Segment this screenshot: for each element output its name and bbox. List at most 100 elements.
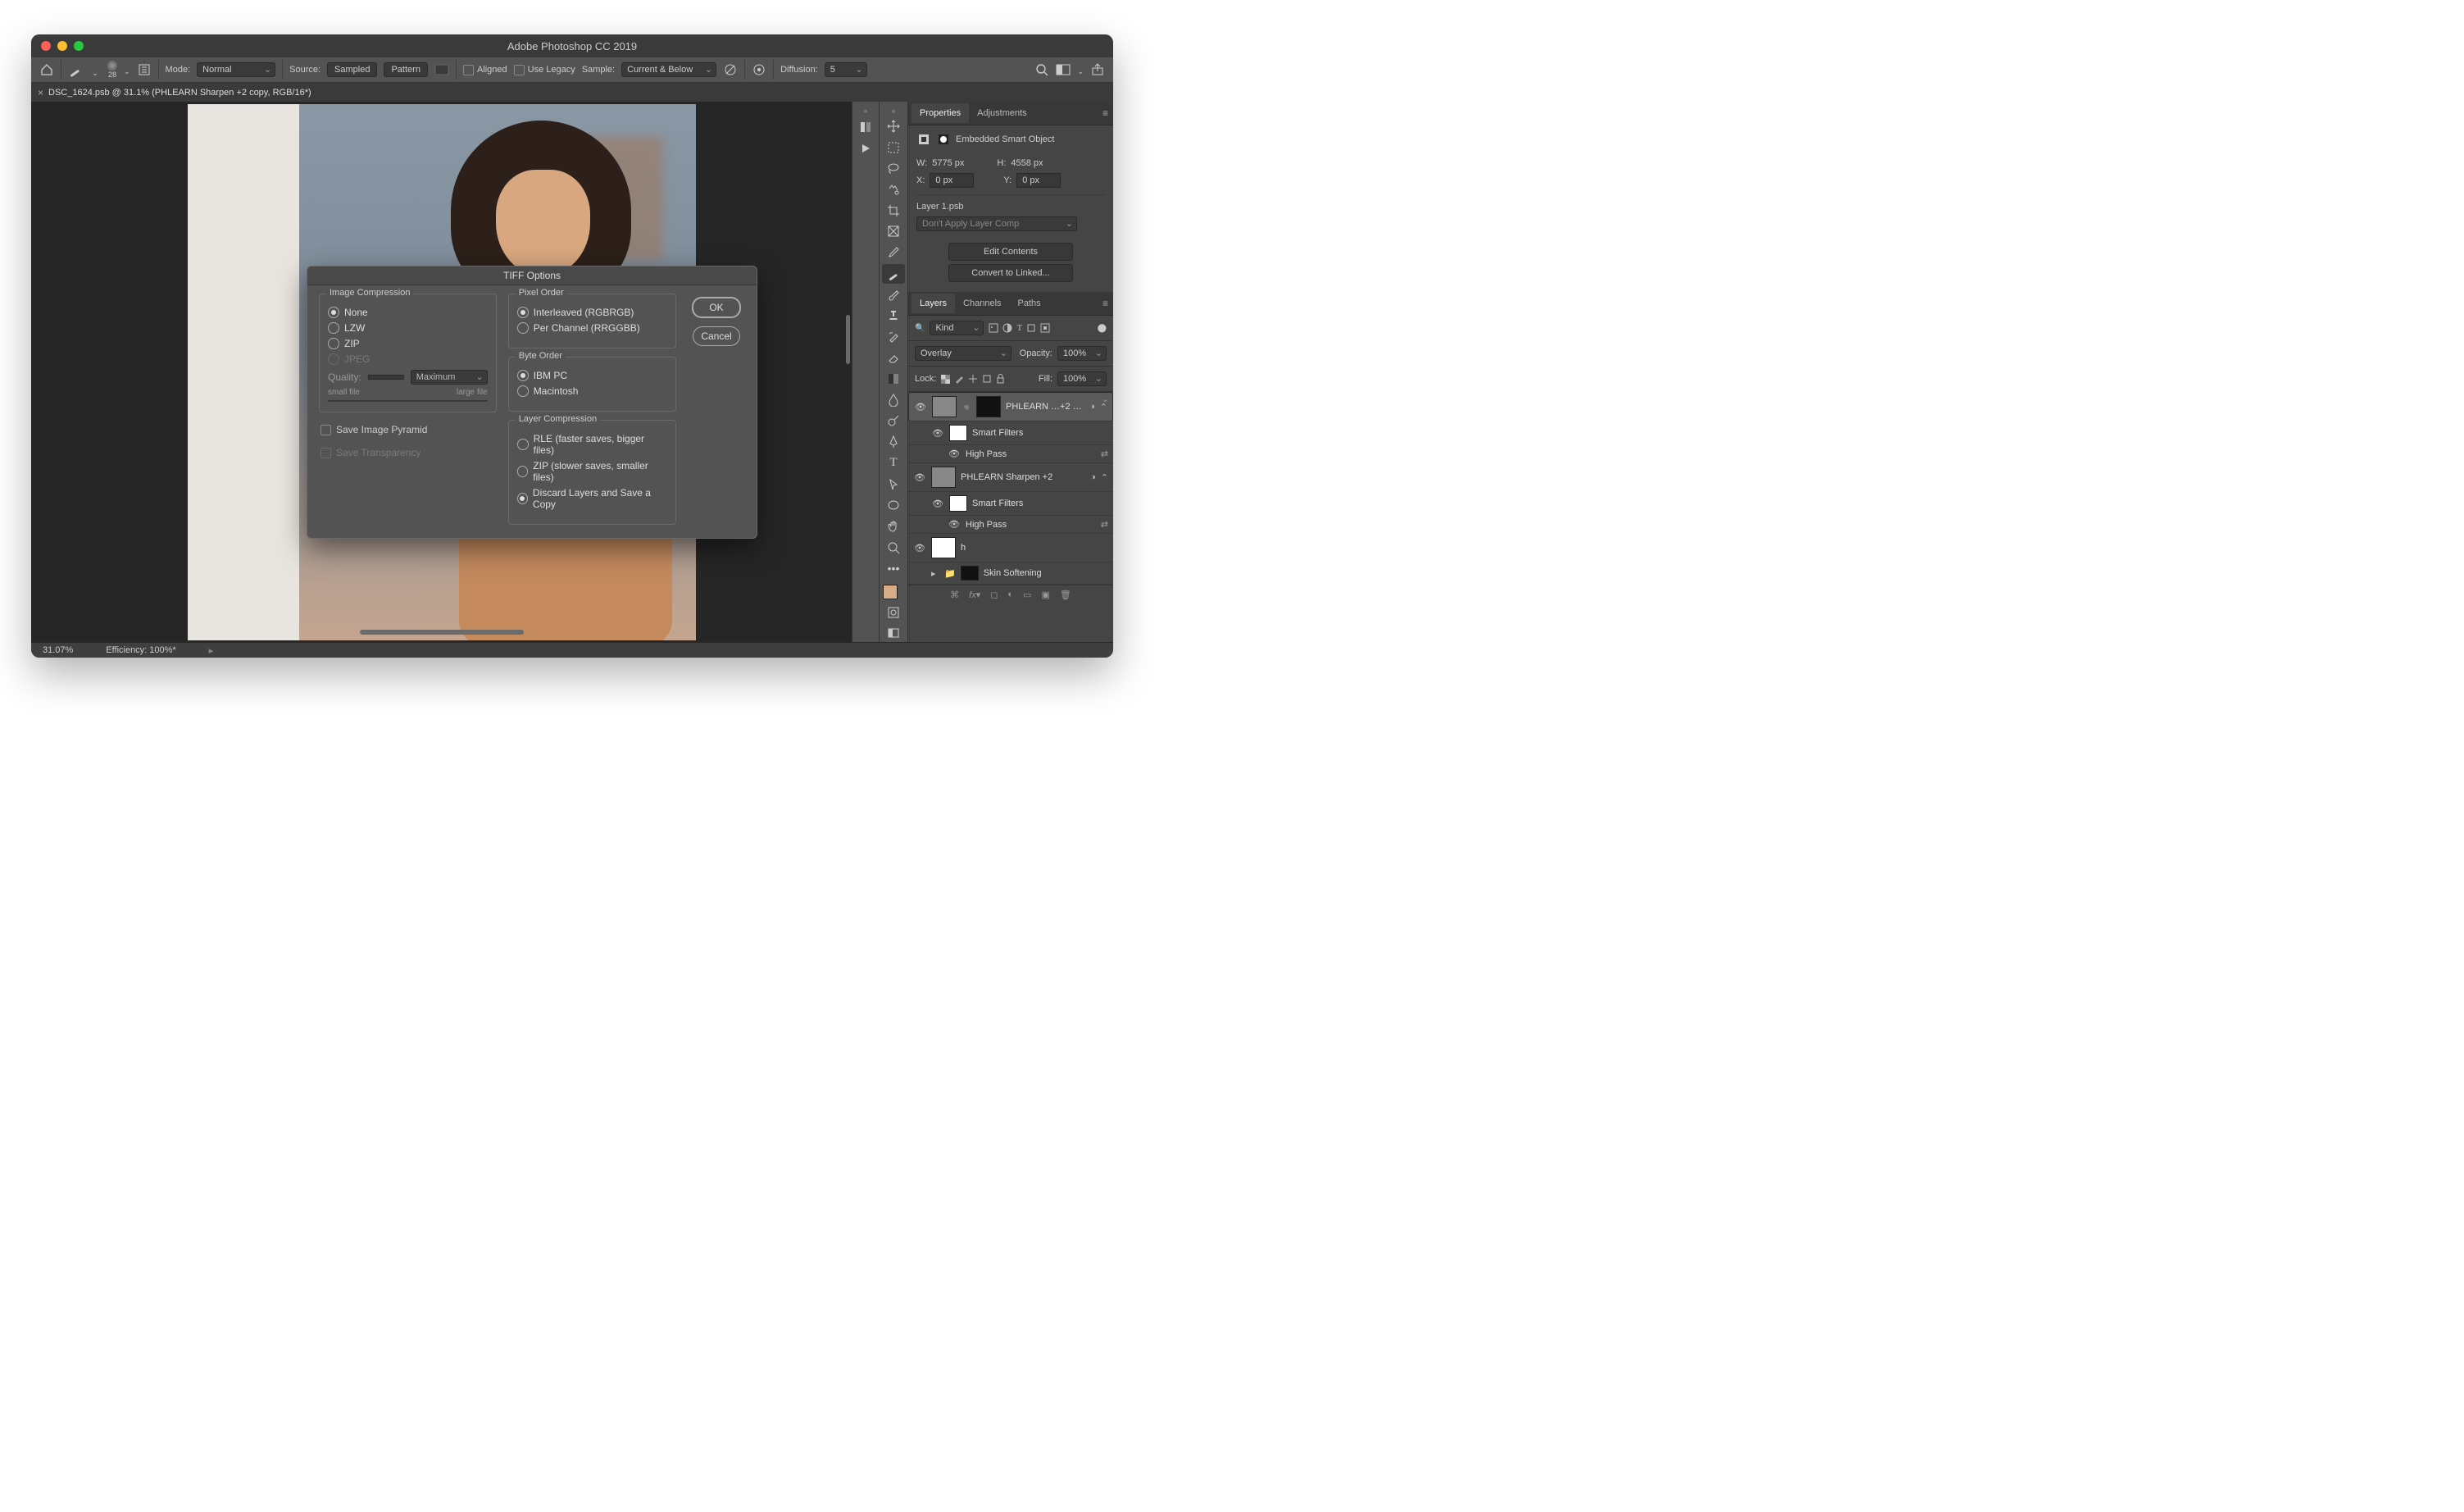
- layers-tab[interactable]: Layers: [911, 294, 955, 313]
- mode-select[interactable]: Normal: [197, 62, 275, 77]
- brush-presets-panel-icon[interactable]: [856, 118, 875, 136]
- aligned-checkbox[interactable]: Aligned: [463, 65, 507, 75]
- panel-menu-icon[interactable]: ≡: [1102, 298, 1108, 309]
- filter-mask-thumbnail[interactable]: [949, 495, 967, 512]
- type-filter-icon[interactable]: T: [1016, 323, 1022, 333]
- visibility-toggle-icon[interactable]: 👁: [913, 472, 926, 483]
- new-adjustment-layer-icon[interactable]: ◐: [1007, 590, 1013, 599]
- quick-selection-tool-icon[interactable]: [882, 180, 905, 199]
- hand-tool-icon[interactable]: [882, 517, 905, 536]
- color-swatches[interactable]: [883, 580, 904, 601]
- clone-stamp-tool-icon[interactable]: [882, 306, 905, 326]
- visibility-toggle-icon[interactable]: 👁: [948, 519, 961, 530]
- compression-zip-radio[interactable]: ZIP: [328, 338, 488, 349]
- brush-tool-icon[interactable]: [882, 285, 905, 305]
- minimize-window-button[interactable]: [57, 41, 67, 51]
- filter-name[interactable]: High Pass: [966, 520, 1096, 530]
- chevron-icon[interactable]: ⌃: [1101, 472, 1108, 483]
- properties-tab[interactable]: Properties: [911, 103, 969, 123]
- share-icon[interactable]: [1090, 62, 1105, 77]
- sample-select[interactable]: Current & Below: [621, 62, 716, 77]
- pixel-order-interleaved-radio[interactable]: Interleaved (RGBRGB): [517, 307, 667, 318]
- arrow-down-icon[interactable]: ⌄: [89, 69, 101, 78]
- edit-toolbar-icon[interactable]: •••: [882, 558, 905, 578]
- shape-tool-icon[interactable]: [882, 495, 905, 515]
- chevron-icon[interactable]: ⌃: [1100, 402, 1107, 412]
- lock-pixels-icon[interactable]: [954, 374, 964, 384]
- compression-lzw-radio[interactable]: LZW: [328, 322, 488, 334]
- filter-row[interactable]: 👁 High Pass ⇄: [908, 445, 1113, 463]
- marquee-tool-icon[interactable]: [882, 138, 905, 157]
- layer-style-icon[interactable]: fx▾: [969, 590, 980, 600]
- channels-tab[interactable]: Channels: [955, 294, 1009, 313]
- pixel-filter-icon[interactable]: [989, 323, 998, 333]
- lock-transparency-icon[interactable]: [941, 375, 950, 384]
- layer-compression-discard-radio[interactable]: Discard Layers and Save a Copy: [517, 487, 667, 510]
- lock-position-icon[interactable]: [968, 374, 978, 384]
- byte-order-ibm-radio[interactable]: IBM PC: [517, 370, 667, 381]
- home-icon[interactable]: [39, 62, 54, 77]
- layer-name[interactable]: PHLEARN Sharpen +2: [961, 472, 1085, 482]
- delete-layer-icon[interactable]: 🗑: [1060, 590, 1071, 600]
- cancel-button[interactable]: Cancel: [693, 326, 740, 346]
- zoom-level[interactable]: 31.07%: [43, 645, 73, 655]
- chevron-down-icon[interactable]: ⌄: [124, 67, 130, 76]
- frame-tool-icon[interactable]: [882, 221, 905, 241]
- layer-name[interactable]: h: [961, 543, 1108, 553]
- layer-compression-rle-radio[interactable]: RLE (faster saves, bigger files): [517, 433, 667, 456]
- screen-mode-icon[interactable]: [1056, 62, 1071, 77]
- diffusion-select[interactable]: 5: [825, 62, 867, 77]
- brush-settings-icon[interactable]: [137, 62, 152, 77]
- path-selection-tool-icon[interactable]: [882, 475, 905, 494]
- visibility-toggle-icon[interactable]: 👁: [914, 402, 927, 412]
- pressure-size-icon[interactable]: [752, 62, 766, 77]
- compression-none-radio[interactable]: None: [328, 307, 488, 318]
- new-layer-icon[interactable]: ▣: [1041, 590, 1049, 600]
- healing-brush-tool-icon[interactable]: [882, 264, 905, 284]
- visibility-toggle-icon[interactable]: 👁: [948, 449, 961, 459]
- blur-tool-icon[interactable]: [882, 390, 905, 410]
- lasso-tool-icon[interactable]: [882, 158, 905, 178]
- layer-row[interactable]: 👁 h: [908, 534, 1113, 562]
- healing-brush-tool-icon[interactable]: [68, 62, 83, 77]
- source-sampled-button[interactable]: Sampled: [327, 62, 377, 77]
- pattern-swatch-icon[interactable]: [434, 62, 449, 77]
- layer-comp-select[interactable]: Don't Apply Layer Comp: [916, 216, 1077, 231]
- adjustment-filter-icon[interactable]: [1002, 323, 1012, 333]
- filter-row[interactable]: 👁 High Pass ⇄: [908, 516, 1113, 534]
- play-panel-icon[interactable]: [856, 139, 875, 157]
- paths-tab[interactable]: Paths: [1010, 294, 1049, 313]
- brush-preview[interactable]: 28: [107, 61, 117, 79]
- fill-field[interactable]: 100%: [1057, 371, 1107, 386]
- adjustments-tab[interactable]: Adjustments: [969, 103, 1035, 123]
- blend-mode-select[interactable]: Overlay: [915, 346, 1012, 361]
- link-layers-icon[interactable]: ⌘: [950, 590, 959, 600]
- visibility-toggle-icon[interactable]: 👁: [931, 428, 944, 439]
- shape-filter-icon[interactable]: [1026, 323, 1036, 333]
- move-tool-icon[interactable]: [882, 116, 905, 136]
- chevron-down-icon[interactable]: ⌄: [1077, 67, 1084, 76]
- pixel-order-per-channel-radio[interactable]: Per Channel (RRGGBB): [517, 322, 667, 334]
- filter-blending-icon[interactable]: ⇄: [1101, 519, 1108, 530]
- filter-mask-thumbnail[interactable]: [949, 425, 967, 441]
- layer-filter-icons[interactable]: T: [989, 323, 1050, 333]
- document-tab[interactable]: × DSC_1624.psb @ 31.1% (PHLEARN Sharpen …: [38, 87, 311, 98]
- save-image-pyramid-checkbox[interactable]: Save Image Pyramid: [321, 424, 497, 435]
- pen-tool-icon[interactable]: [882, 432, 905, 452]
- layer-name[interactable]: Skin Softening: [984, 568, 1108, 578]
- dodge-tool-icon[interactable]: [882, 412, 905, 431]
- use-legacy-checkbox[interactable]: Use Legacy: [514, 65, 575, 75]
- eraser-tool-icon[interactable]: [882, 348, 905, 368]
- opacity-field[interactable]: 100%: [1057, 346, 1107, 361]
- x-field[interactable]: 0 px: [930, 173, 974, 188]
- search-icon[interactable]: [1034, 62, 1049, 77]
- add-mask-icon[interactable]: ◻: [990, 590, 998, 600]
- history-brush-tool-icon[interactable]: [882, 327, 905, 347]
- smart-filter-mask-thumbnail[interactable]: [976, 396, 1001, 417]
- layer-thumbnail[interactable]: [932, 396, 957, 417]
- eyedropper-tool-icon[interactable]: [882, 243, 905, 262]
- layer-thumbnail[interactable]: [931, 537, 956, 558]
- visibility-toggle-icon[interactable]: 👁: [913, 543, 926, 553]
- type-tool-icon[interactable]: T: [882, 453, 905, 473]
- edit-contents-button[interactable]: Edit Contents: [948, 243, 1073, 261]
